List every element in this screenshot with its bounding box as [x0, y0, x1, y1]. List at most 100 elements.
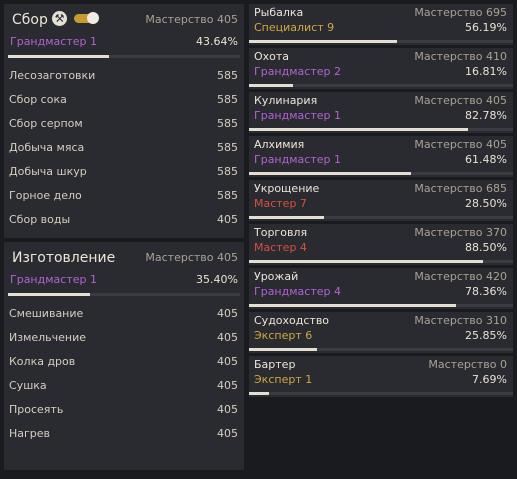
life-skill-mastery: Мастерство 405 [414, 138, 507, 151]
life-skill-rank: Мастер 7 [254, 197, 307, 210]
gathering-percent: 43.64% [196, 35, 238, 48]
skill-value: 585 [217, 69, 238, 82]
crafting-panel: Изготовление Мастерство 405 Грандмастер … [4, 242, 244, 470]
gathering-header: Сбор ⚒ Мастерство 405 Грандмастер 1 43.6… [4, 4, 244, 58]
life-skill-progress-fill [249, 40, 398, 43]
life-skill-progress-track [249, 128, 513, 131]
life-skill-percent: 25.85% [465, 329, 507, 342]
life-skill-name: Кулинария [254, 94, 318, 107]
crafting-progress-track [8, 293, 240, 296]
skill-value: 585 [217, 165, 238, 178]
life-skill-card[interactable]: Рыбалка Мастерство 695 Специалист 9 56.19% [249, 4, 513, 45]
crafting-mastery: Мастерство 405 [145, 251, 238, 264]
life-skill-mastery: Мастерство 310 [414, 314, 507, 327]
life-skill-progress-fill [249, 216, 325, 219]
life-skill-rank: Мастер 4 [254, 241, 307, 254]
life-skill-progress-track [249, 348, 513, 351]
life-skill-card[interactable]: Урожай Мастерство 420 Грандмастер 4 78.36% [249, 268, 513, 309]
skill-name: Сбор сока [9, 93, 67, 106]
skill-value: 405 [217, 355, 238, 368]
skill-name: Сбор воды [9, 213, 71, 226]
crafting-percent: 35.40% [196, 273, 238, 286]
skill-row[interactable]: Нагрев 405 [4, 422, 244, 446]
pickaxe-icon[interactable]: ⚒ [52, 11, 67, 26]
life-skill-mastery: Мастерство 695 [414, 6, 507, 19]
skill-name: Нагрев [9, 427, 51, 440]
life-skill-percent: 7.69% [472, 373, 507, 386]
skill-row[interactable]: Сбор воды 405 [4, 208, 244, 232]
skill-value: 585 [217, 93, 238, 106]
skill-row[interactable]: Измельчение 405 [4, 326, 244, 350]
life-skill-mastery: Мастерство 420 [414, 270, 507, 283]
skill-name: Просеять [9, 403, 64, 416]
life-skill-card[interactable]: Кулинария Мастерство 405 Грандмастер 1 82.7… [249, 92, 513, 133]
skill-row[interactable]: Добыча мяса 585 [4, 136, 244, 160]
skill-row[interactable]: Просеять 405 [4, 398, 244, 422]
gathering-progress-fill [8, 55, 110, 58]
skill-value: 405 [217, 427, 238, 440]
skill-row[interactable]: Колка дров 405 [4, 350, 244, 374]
crafting-list: Смешивание 405 Измельчение 405 Колка дров 405… [4, 296, 244, 452]
life-skill-card[interactable]: Охота Мастерство 410 Грандмастер 2 16.81% [249, 48, 513, 89]
skill-row[interactable]: Добыча шкур 585 [4, 160, 244, 184]
life-skill-name: Бартер [254, 358, 296, 371]
right-column: Рыбалка Мастерство 695 Специалист 9 56.19% О… [249, 4, 513, 400]
skill-value: 585 [217, 117, 238, 130]
skill-name: Измельчение [9, 331, 87, 344]
skill-value: 405 [217, 307, 238, 320]
life-skill-progress-track [249, 216, 513, 219]
life-skill-rank: Эксперт 1 [254, 373, 313, 386]
skill-row[interactable]: Горное дело 585 [4, 184, 244, 208]
life-skill-card[interactable]: Торговля Мастерство 370 Мастер 4 88.50% [249, 224, 513, 265]
life-skill-mastery: Мастерство 410 [414, 50, 507, 63]
life-skill-card[interactable]: Бартер Мастерство 0 Эксперт 1 7.69% [249, 356, 513, 397]
gathering-toggle[interactable] [74, 12, 99, 24]
life-skill-name: Рыбалка [254, 6, 304, 19]
skill-row[interactable]: Сбор сока 585 [4, 88, 244, 112]
life-skill-percent: 82.78% [465, 109, 507, 122]
skill-row[interactable]: Смешивание 405 [4, 302, 244, 326]
life-skill-progress-track [249, 260, 513, 263]
life-skill-percent: 78.36% [465, 285, 507, 298]
life-skill-name: Алхимия [254, 138, 305, 151]
skill-name: Горное дело [9, 189, 82, 202]
life-skill-mastery: Мастерство 685 [414, 182, 507, 195]
toggle-knob [87, 12, 99, 24]
life-skill-rank: Грандмастер 1 [254, 109, 341, 122]
gathering-rank: Грандмастер 1 [10, 35, 97, 48]
gathering-list: Лесозаготовки 585 Сбор сока 585 Сбор серпом 5… [4, 58, 244, 238]
life-skill-progress-track [249, 172, 513, 175]
life-skill-card[interactable]: Алхимия Мастерство 405 Грандмастер 1 61.48% [249, 136, 513, 177]
skill-value: 405 [217, 213, 238, 226]
crafting-header: Изготовление Мастерство 405 Грандмастер … [4, 242, 244, 296]
life-skill-rank: Грандмастер 4 [254, 285, 341, 298]
skill-name: Сбор серпом [9, 117, 83, 130]
life-skill-percent: 56.19% [465, 21, 507, 34]
skill-row[interactable]: Сушка 405 [4, 374, 244, 398]
gathering-mastery: Мастерство 405 [145, 13, 238, 26]
skill-value: 405 [217, 331, 238, 344]
skill-name: Колка дров [9, 355, 76, 368]
life-skill-progress-track [249, 304, 513, 307]
life-skill-mastery: Мастерство 0 [428, 358, 507, 371]
gathering-panel: Сбор ⚒ Мастерство 405 Грандмастер 1 43.6… [4, 4, 244, 238]
life-skill-percent: 16.81% [465, 65, 507, 78]
skill-row[interactable]: Сбор серпом 585 [4, 112, 244, 136]
life-skill-card[interactable]: Укрощение Мастерство 685 Мастер 7 28.50% [249, 180, 513, 221]
life-skill-percent: 88.50% [465, 241, 507, 254]
life-skill-progress-fill [249, 260, 483, 263]
life-skill-progress-fill [249, 304, 456, 307]
crafting-rank: Грандмастер 1 [10, 273, 97, 286]
life-skill-progress-fill [249, 84, 294, 87]
life-skill-card[interactable]: Судоходство Мастерство 310 Эксперт 6 25.85% [249, 312, 513, 353]
crafting-title: Изготовление [12, 250, 116, 266]
life-skill-progress-fill [249, 172, 412, 175]
life-skill-percent: 61.48% [465, 153, 507, 166]
life-skill-name: Охота [254, 50, 290, 63]
life-skill-mastery: Мастерство 370 [414, 226, 507, 239]
gathering-title: Сбор [12, 12, 48, 28]
life-skill-rank: Грандмастер 1 [254, 153, 341, 166]
life-skill-rank: Специалист 9 [254, 21, 335, 34]
skill-row[interactable]: Лесозаготовки 585 [4, 64, 244, 88]
skill-name: Смешивание [9, 307, 84, 320]
